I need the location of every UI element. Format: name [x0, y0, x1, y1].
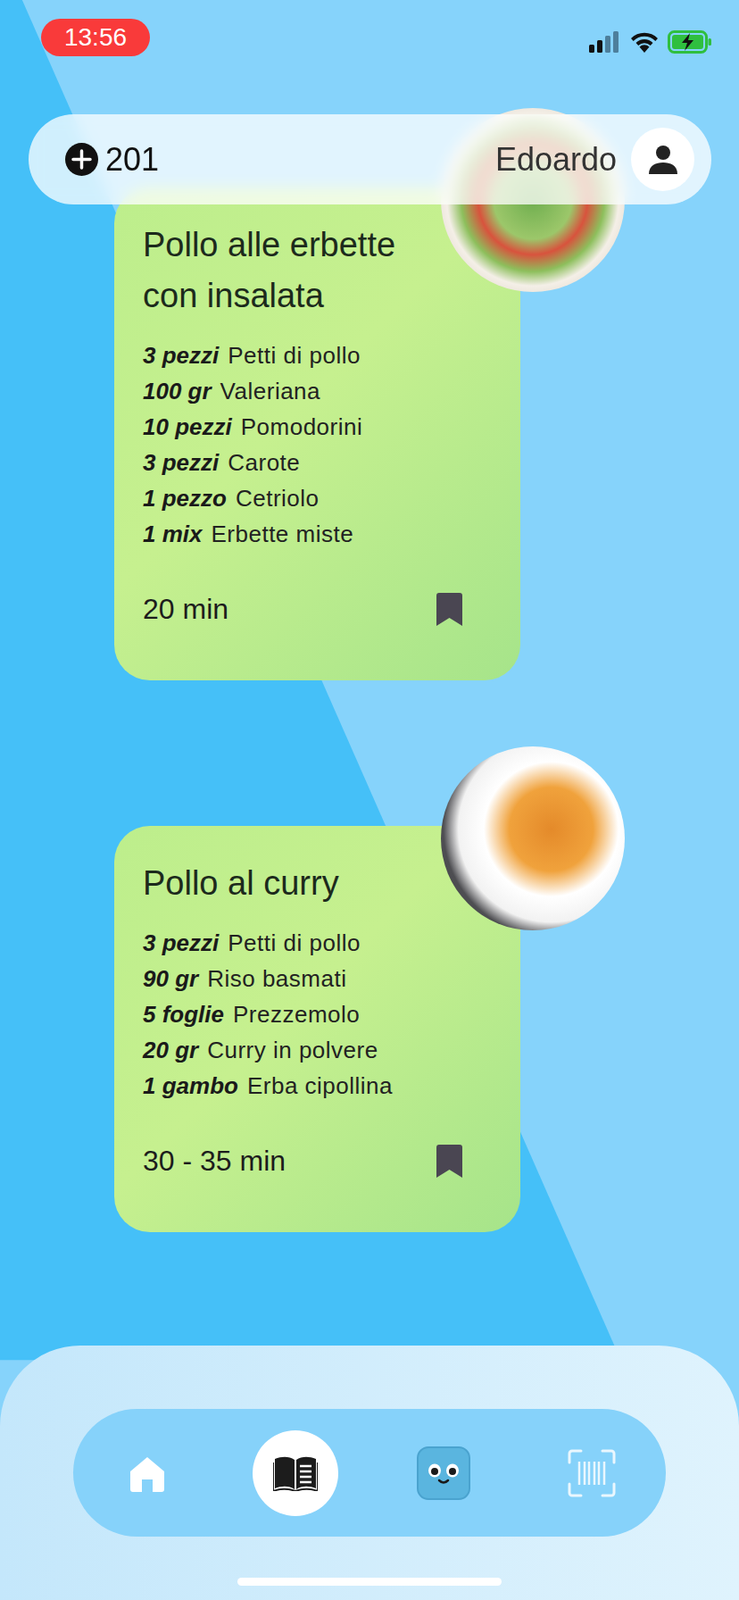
- bottom-nav: [73, 1408, 666, 1537]
- cook-time: 30 - 35 min: [142, 1145, 286, 1175]
- points: 201: [105, 143, 159, 176]
- mascot-icon[interactable]: [416, 1445, 471, 1500]
- nav-item[interactable]: [548, 1429, 635, 1516]
- ingredient-row: 3 pezziCarote: [142, 444, 492, 481]
- nav-item[interactable]: [252, 1429, 339, 1516]
- recipe-photo: [440, 746, 625, 930]
- screen: 13:56 Pollo alle erbette con insalata 3 p…: [0, 0, 739, 1600]
- ingredient-name: Prezzemolo: [232, 996, 360, 1032]
- status-bar: 13:56: [0, 0, 739, 75]
- ingredient-name: Petti di pollo: [227, 925, 361, 961]
- ingredient-quantity: 3 pezzi: [142, 925, 219, 961]
- ingredient-row: 1 mixErbette miste: [142, 515, 492, 552]
- ingredient-row: 10 pezziPomodorini: [142, 408, 492, 445]
- ingredient-name: Cetriolo: [235, 481, 320, 516]
- bookmark-icon[interactable]: [436, 592, 463, 626]
- recipes-icon[interactable]: [273, 1454, 318, 1491]
- user-name: Edoardo: [495, 143, 617, 176]
- ingredient-quantity: 3 pezzi: [142, 445, 219, 481]
- battery-icon: [667, 30, 713, 54]
- nav-item[interactable]: [400, 1429, 487, 1516]
- nav-scan-button[interactable]: [548, 1429, 635, 1516]
- nav-item[interactable]: [104, 1429, 191, 1516]
- ingredient-quantity: 1 mix: [142, 516, 203, 552]
- recipe-title: Pollo alle erbette con insalata: [142, 219, 411, 322]
- ingredient-row: 100 grValeriana: [142, 373, 492, 409]
- plus-icon[interactable]: [65, 142, 99, 176]
- home-indicator: [237, 1577, 502, 1586]
- status-icons: [589, 30, 713, 54]
- ingredient-name: Riso basmati: [207, 961, 347, 997]
- nav-mascot-button[interactable]: [400, 1429, 487, 1516]
- ingredient-quantity: 5 foglie: [142, 996, 225, 1032]
- ingredient-quantity: 10 pezzi: [142, 409, 233, 445]
- profile-icon[interactable]: [631, 127, 695, 191]
- points-counter[interactable]: 201: [65, 142, 159, 176]
- recipe-footer: 30 - 35 min: [142, 1140, 492, 1180]
- ingredient-name: Valeriana: [220, 373, 321, 409]
- ingredient-quantity: 100 gr: [142, 373, 212, 409]
- ingredient-row: 90 grRiso basmati: [142, 960, 492, 997]
- ingredient-quantity: 90 gr: [142, 961, 199, 997]
- top-bar: 201 Edoardo: [28, 114, 712, 205]
- recipe-footer: 20 min: [142, 589, 492, 629]
- cook-time: 20 min: [142, 594, 229, 623]
- ingredient-row: 5 fogliePrezzemolo: [142, 996, 492, 1032]
- ingredient-name: Carote: [227, 445, 300, 481]
- recipe-title: Pollo al curry: [142, 857, 411, 909]
- ingredient-list: 3 pezziPetti di pollo100 grValeriana10 p…: [142, 337, 492, 552]
- ingredient-quantity: 1 gambo: [142, 1068, 239, 1104]
- ingredient-row: 20 grCurry in polvere: [142, 1031, 492, 1068]
- bottom-panel: [0, 1345, 739, 1600]
- signal-icon: [589, 31, 622, 53]
- scan-icon[interactable]: [566, 1447, 617, 1498]
- ingredient-name: Petti di pollo: [227, 338, 361, 374]
- bookmark-icon[interactable]: [436, 1144, 463, 1178]
- time-pill: 13:56: [41, 18, 150, 57]
- ingredient-list: 3 pezziPetti di pollo90 grRiso basmati5 …: [142, 924, 492, 1104]
- time: 13:56: [64, 24, 127, 50]
- ingredient-row: 1 pezzoCetriolo: [142, 480, 492, 516]
- home-icon[interactable]: [127, 1453, 167, 1493]
- ingredient-quantity: 3 pezzi: [142, 338, 219, 374]
- recipe-card[interactable]: Pollo al curry3 pezziPetti di pollo90 gr…: [114, 825, 521, 1232]
- ingredient-quantity: 1 pezzo: [142, 481, 227, 516]
- ingredient-name: Curry in polvere: [207, 1032, 379, 1068]
- ingredient-name: Erba cipollina: [247, 1068, 393, 1104]
- nav-recipes-button[interactable]: [252, 1429, 339, 1516]
- ingredient-quantity: 20 gr: [142, 1032, 199, 1068]
- ingredient-row: 1 gamboErba cipollina: [142, 1067, 492, 1104]
- nav-home-button[interactable]: [104, 1429, 191, 1516]
- ingredient-name: Pomodorini: [240, 409, 364, 445]
- wifi-icon: [630, 31, 659, 53]
- ingredient-row: 3 pezziPetti di pollo: [142, 924, 492, 961]
- ingredient-name: Erbette miste: [211, 516, 355, 552]
- recipe-card[interactable]: Pollo alle erbette con insalata3 pezziPe…: [114, 187, 521, 681]
- user-profile[interactable]: Edoardo: [495, 127, 695, 191]
- ingredient-row: 3 pezziPetti di pollo: [142, 337, 492, 374]
